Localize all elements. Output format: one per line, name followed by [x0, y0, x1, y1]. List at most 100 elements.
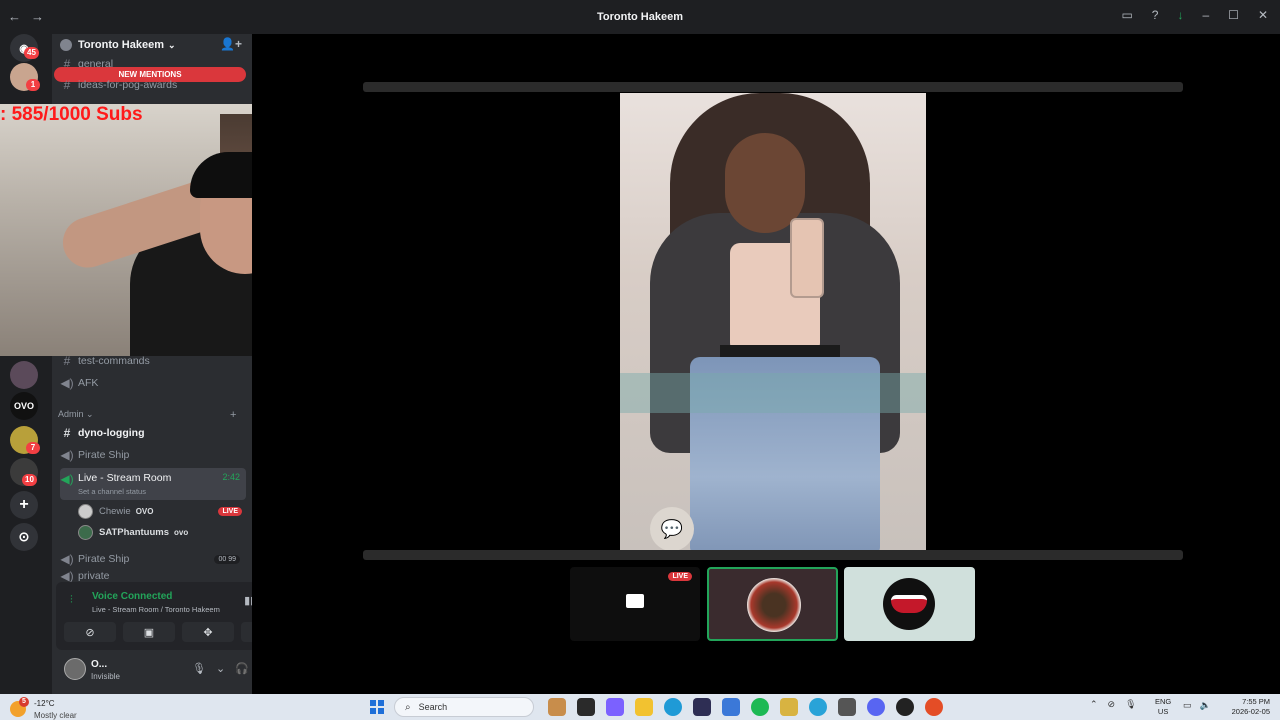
channel-label: AFK — [78, 377, 99, 389]
username[interactable]: O... — [91, 659, 107, 670]
add-user-icon[interactable]: 👤+ — [220, 37, 242, 51]
discord-icon[interactable] — [867, 698, 885, 716]
inbox-icon[interactable]: ▭ — [1121, 8, 1132, 22]
clock[interactable]: 7:55 PM 2026-02-05 — [1220, 697, 1270, 717]
chat-bubble-icon[interactable]: 💬 — [650, 507, 694, 550]
user-limit-badge: 00 99 — [214, 554, 240, 564]
channel-afk[interactable]: ◀) AFK — [60, 373, 246, 393]
speaker-icon: ◀) — [60, 448, 74, 462]
discover-icon[interactable]: ⊙ — [10, 523, 38, 551]
stream-stage: 💬 LIVE — [252, 34, 1280, 694]
screen-share-tile[interactable]: LIVE — [570, 567, 700, 641]
monitor-icon — [626, 594, 644, 608]
speaker-icon: ◀) — [60, 472, 74, 486]
category-admin[interactable]: Admin ⌄ + — [58, 409, 236, 421]
chevron-up-icon[interactable]: ⌃ — [1090, 699, 1098, 710]
channel-ideas[interactable]: # ideas-for-pog-awards — [60, 75, 246, 95]
language-code: ENG — [1155, 697, 1172, 706]
set-status-link[interactable]: Set a channel status — [78, 487, 146, 496]
channel-label: test-commands — [78, 355, 150, 367]
search-highlight-icon[interactable] — [548, 698, 566, 716]
video-phone — [790, 218, 824, 298]
channel-label: dyno-logging — [78, 427, 145, 439]
monitor-icon[interactable]: ▭ — [1183, 700, 1192, 711]
voice-user[interactable]: SATPhantuums ovo — [78, 522, 246, 542]
main-stream-video[interactable]: 💬 — [620, 93, 926, 550]
app-icon[interactable] — [780, 698, 798, 716]
file-explorer-icon[interactable] — [635, 698, 653, 716]
server-anime-icon[interactable] — [10, 361, 38, 389]
live-badge: LIVE — [218, 506, 242, 516]
participant-tile[interactable] — [707, 567, 838, 641]
channel-live-stream-room[interactable]: ◀) Live - Stream Room 2:42 Set a channel… — [60, 468, 246, 500]
close-icon[interactable]: ✕ — [1258, 8, 1268, 22]
signal-icon[interactable]: ⫶ — [70, 594, 73, 607]
add-server-icon[interactable]: + — [10, 491, 38, 519]
channel-label: Pirate Ship — [78, 449, 130, 461]
channel-pirate-ship[interactable]: ◀) Pirate Ship — [60, 445, 246, 465]
add-channel-icon[interactable]: + — [230, 409, 236, 421]
network-icon[interactable]: ⊘ — [1108, 699, 1116, 710]
channel-private[interactable]: ◀) private — [60, 570, 246, 582]
camera-off-button[interactable]: ⊘ — [64, 622, 116, 642]
next-app-icon[interactable] — [693, 698, 711, 716]
hash-icon: # — [63, 354, 71, 368]
download-icon[interactable]: ↓ — [1177, 8, 1183, 22]
microphone-icon[interactable]: 🎙 — [192, 662, 206, 675]
hash-icon: # — [63, 426, 71, 440]
voice-user[interactable]: Chewie OVO LIVE — [78, 501, 246, 521]
edge-icon[interactable] — [664, 698, 682, 716]
chevron-down-icon[interactable]: ⌄ — [216, 662, 225, 675]
window-title: Toronto Hakeem — [597, 11, 683, 23]
voice-location[interactable]: Live - Stream Room / Toronto Hakeem — [92, 605, 220, 614]
copilot-icon[interactable] — [606, 698, 624, 716]
server-icon — [60, 39, 72, 51]
taskbar-search[interactable]: ⌕ Search — [394, 697, 534, 717]
server-name: Toronto Hakeem — [78, 39, 164, 51]
minimize-icon[interactable]: – — [1202, 8, 1209, 22]
channel-pirate-ship-2[interactable]: ◀) Pirate Ship 00 99 — [60, 549, 246, 569]
chrome-icon[interactable] — [925, 698, 943, 716]
task-view-icon[interactable] — [577, 698, 595, 716]
server-header[interactable]: Toronto Hakeem ⌄ 👤+ — [52, 34, 252, 56]
server-badge: 1 — [26, 79, 40, 91]
weather-badge: 5 — [19, 697, 29, 707]
language-indicator[interactable]: ENG US — [1155, 697, 1171, 717]
headphones-icon[interactable]: 🎧 — [235, 662, 249, 675]
windows-start-icon[interactable] — [370, 700, 384, 714]
taskbar: 5 -12°C Mostly clear ⌕ Search ⌃ ⊘ 🎙 ENG … — [0, 694, 1280, 720]
stage-top-bar — [363, 82, 1183, 92]
title-bar-actions: ▭ ? ↓ – ☐ ✕ — [1121, 8, 1268, 22]
participant-tile[interactable] — [844, 567, 975, 641]
chevron-down-icon: ⌄ — [167, 39, 176, 50]
app-icon[interactable] — [722, 698, 740, 716]
weather-condition: Mostly clear — [34, 711, 77, 720]
channel-label: Live - Stream Room — [78, 472, 172, 484]
server-ovo-icon[interactable]: OVO — [10, 392, 38, 420]
clock-time: 7:55 PM — [1242, 697, 1270, 706]
hash-icon: # — [63, 78, 71, 92]
channel-label: ideas-for-pog-awards — [78, 79, 178, 91]
activities-button[interactable]: ✥ — [182, 622, 234, 642]
avatar — [78, 524, 93, 540]
voice-user-tag: OVO — [135, 506, 154, 516]
screen-share-button[interactable]: ▣ — [123, 622, 175, 642]
user-status: Invisible — [91, 672, 120, 681]
help-icon[interactable]: ? — [1152, 8, 1159, 22]
microphone-icon[interactable]: 🎙 — [1125, 699, 1136, 710]
voice-status[interactable]: Voice Connected — [92, 591, 172, 602]
title-bar: ← → Toronto Hakeem ▭ ? ↓ – ☐ ✕ — [0, 0, 1280, 34]
avatar[interactable] — [64, 658, 86, 680]
maximize-icon[interactable]: ☐ — [1228, 8, 1239, 22]
telegram-icon[interactable] — [809, 698, 827, 716]
channel-dyno-logging[interactable]: # dyno-logging — [60, 423, 246, 443]
voice-user-tag: ovo — [174, 527, 189, 537]
tray-status: ▭ 🔈 — [1183, 700, 1211, 711]
app-icon[interactable] — [896, 698, 914, 716]
voice-user-name: Chewie — [99, 505, 131, 517]
temperature: -12°C — [34, 699, 55, 708]
volume-icon[interactable]: 🔈 — [1200, 700, 1211, 711]
snipping-tool-icon[interactable] — [838, 698, 856, 716]
avatar — [78, 503, 93, 519]
spotify-icon[interactable] — [751, 698, 769, 716]
